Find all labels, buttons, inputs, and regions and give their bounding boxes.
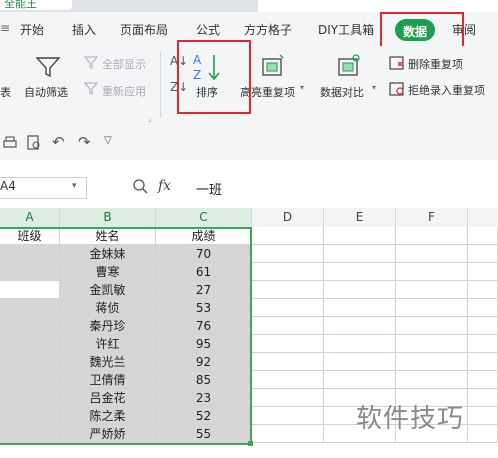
show-all-icon [84, 56, 98, 69]
ribbon-cut-text: 表 [0, 86, 11, 99]
column-header-a[interactable]: A [0, 208, 60, 227]
reject-duplicates-button[interactable]: 拒绝录入重复项 [408, 82, 485, 98]
empty-cell[interactable] [324, 353, 396, 371]
fx-button[interactable]: fx [158, 178, 171, 194]
empty-cell[interactable] [252, 299, 324, 317]
empty-cell[interactable] [468, 299, 498, 317]
empty-cell[interactable] [324, 263, 396, 281]
empty-cell[interactable] [324, 335, 396, 353]
empty-cell[interactable] [468, 389, 498, 407]
auto-filter-button[interactable]: 自动筛选 [24, 84, 68, 100]
empty-cell[interactable] [324, 317, 396, 335]
data-compare-button[interactable]: 数据对比 [320, 84, 364, 100]
empty-cell[interactable] [396, 353, 468, 371]
empty-cell[interactable] [252, 335, 324, 353]
reapply-icon [84, 82, 98, 95]
document-tab-label: 全能王 [4, 0, 37, 10]
data-compare-icon [338, 54, 360, 76]
reapply-button[interactable]: 重新应用 [102, 83, 146, 99]
zoom-search-icon[interactable] [132, 178, 148, 194]
menu-overflow-icon[interactable]: ≡ [0, 21, 10, 35]
empty-cell[interactable] [396, 335, 468, 353]
ribbon-separator [160, 52, 161, 118]
empty-cell[interactable] [468, 245, 498, 263]
title-bar-blank [258, 0, 498, 12]
empty-cell[interactable] [252, 263, 324, 281]
column-header-b[interactable]: B [60, 208, 156, 227]
name-box-dropdown-icon[interactable]: ▾ [72, 181, 77, 191]
empty-cell[interactable] [252, 227, 324, 245]
empty-cell[interactable] [468, 281, 498, 299]
highlight-box-data-tab [380, 12, 464, 50]
empty-cell[interactable] [396, 371, 468, 389]
empty-cell[interactable] [324, 371, 396, 389]
reject-duplicates-icon [389, 82, 404, 96]
empty-cell[interactable] [468, 407, 498, 425]
delete-duplicates-icon [389, 56, 404, 70]
empty-cell[interactable] [252, 353, 324, 371]
empty-cell[interactable] [396, 263, 468, 281]
menu-formulas[interactable]: 公式 [196, 21, 220, 38]
formula-input[interactable]: 一班 [196, 179, 222, 198]
undo-icon[interactable]: ↶ [52, 133, 65, 151]
data-compare-dropdown-icon[interactable]: ▾ [372, 83, 376, 92]
menu-insert[interactable]: 插入 [72, 21, 96, 38]
customize-toolbar-icon[interactable]: ▽ [104, 135, 112, 146]
empty-cell[interactable] [252, 389, 324, 407]
empty-cell[interactable] [396, 245, 468, 263]
quick-access-toolbar: ↶ ↷ ▽ [0, 126, 498, 160]
delete-duplicates-button[interactable]: 删除重复项 [408, 56, 463, 72]
empty-cell[interactable] [324, 281, 396, 299]
fill-handle[interactable] [248, 441, 253, 446]
empty-cell[interactable] [468, 317, 498, 335]
name-box-value: A4 [0, 179, 16, 193]
empty-cell[interactable] [252, 245, 324, 263]
filter-group-expand-icon[interactable]: ⌟ [148, 114, 152, 123]
empty-cell[interactable] [468, 371, 498, 389]
empty-cell[interactable] [396, 281, 468, 299]
empty-cell[interactable] [324, 299, 396, 317]
empty-cell[interactable] [324, 245, 396, 263]
show-all-button[interactable]: 全部显示 [102, 56, 146, 72]
document-tab[interactable]: 全能王 [0, 0, 72, 10]
column-header-f[interactable]: F [396, 208, 468, 227]
empty-cell[interactable] [252, 407, 324, 425]
column-header-d[interactable]: D [252, 208, 324, 227]
empty-cell[interactable] [468, 353, 498, 371]
empty-cell[interactable] [468, 227, 498, 245]
empty-cell[interactable] [468, 263, 498, 281]
menu-fangfang[interactable]: 方方格子 [244, 21, 292, 38]
highlight-duplicates-dropdown-icon[interactable]: ▾ [300, 83, 304, 92]
print-icon[interactable] [2, 136, 18, 150]
empty-cell[interactable] [396, 317, 468, 335]
menu-page-layout[interactable]: 页面布局 [120, 21, 168, 38]
empty-cell[interactable] [252, 281, 324, 299]
menu-diy-toolbox[interactable]: DIY工具箱 [318, 21, 374, 38]
empty-cell[interactable] [468, 425, 498, 443]
empty-cell[interactable] [324, 227, 396, 245]
empty-cell[interactable] [396, 227, 468, 245]
empty-cell[interactable] [252, 317, 324, 335]
empty-cell[interactable] [396, 299, 468, 317]
print-preview-icon[interactable] [26, 135, 42, 151]
menu-home[interactable]: 开始 [20, 21, 44, 38]
selection-range [0, 227, 252, 445]
watermark: 软件技巧 [356, 404, 465, 434]
column-header-c[interactable]: C [156, 208, 252, 227]
highlight-box-sort [177, 40, 251, 114]
empty-cell[interactable] [252, 371, 324, 389]
redo-icon[interactable]: ↷ [78, 133, 91, 151]
empty-cell[interactable] [252, 425, 324, 443]
column-header-e[interactable]: E [324, 208, 396, 227]
highlight-duplicates-icon [262, 54, 284, 76]
filter-icon [36, 57, 60, 78]
empty-cell[interactable] [468, 335, 498, 353]
